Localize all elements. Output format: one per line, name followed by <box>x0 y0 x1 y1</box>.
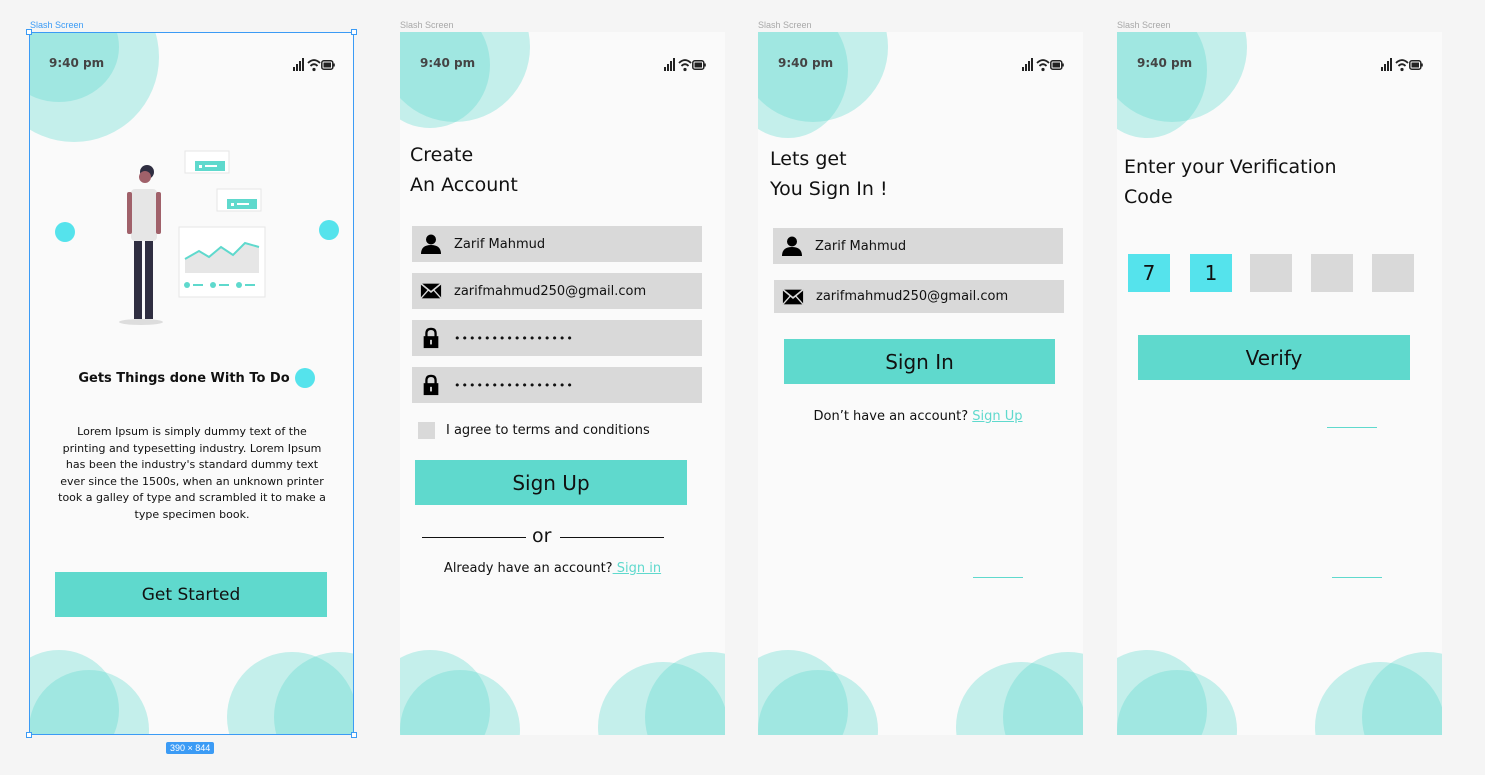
divider-or: or <box>532 525 552 547</box>
resize-handle[interactable] <box>26 732 32 738</box>
terms-checkbox[interactable] <box>418 422 435 439</box>
signin-heading-line1: Lets get <box>770 148 847 170</box>
status-icons <box>663 58 706 72</box>
name-value: Zarif Mahmud <box>454 236 546 252</box>
name-field[interactable]: Zarif Mahmud <box>412 226 702 262</box>
status-icons <box>1380 58 1423 72</box>
decor-dot <box>319 220 339 240</box>
email-value: zarifmahmud250@gmail.com <box>454 283 647 299</box>
signin-prompt-text: Already have an account? <box>443 561 613 576</box>
confirm-password-field[interactable]: •••••••••••••••• <box>412 367 702 403</box>
divider-line-right <box>560 537 664 538</box>
wifi-icon <box>678 59 692 72</box>
signin-heading-line2: You Sign In ! <box>770 178 888 200</box>
signal-icon <box>1022 58 1033 71</box>
sign-up-button[interactable]: Sign Up <box>415 460 687 505</box>
resize-handle[interactable] <box>351 29 357 35</box>
verify-button[interactable]: Verify <box>1138 335 1410 380</box>
decor-circle <box>758 32 848 138</box>
status-icons <box>1021 58 1064 72</box>
status-time: 9:40 pm <box>1137 56 1193 70</box>
onboarding-body: Lorem Ipsum is simply dummy text of the … <box>58 425 326 521</box>
divider-line-left <box>422 537 526 538</box>
battery-icon <box>321 60 335 70</box>
code-digit-1[interactable]: 7 <box>1128 254 1170 292</box>
decor-underline <box>1332 577 1382 578</box>
wifi-icon <box>1395 59 1409 72</box>
frame-label-onboarding[interactable]: Slash Screen <box>30 20 84 30</box>
frame-label-signup[interactable]: Slash Screen <box>400 20 454 30</box>
sign-in-link[interactable]: Sign in <box>613 561 661 576</box>
signup-heading-line2: An Account <box>410 174 518 196</box>
battery-icon <box>1409 60 1423 70</box>
lock-icon <box>423 374 439 396</box>
email-field[interactable]: zarifmahmud250@gmail.com <box>774 280 1064 313</box>
onboarding-screen: 9:40 pm Gets Things done With To Do Lore… <box>29 32 354 735</box>
email-field[interactable]: zarifmahmud250@gmail.com <box>412 273 702 309</box>
mail-icon <box>420 283 442 299</box>
status-time: 9:40 pm <box>420 56 476 70</box>
name-field[interactable]: Zarif Mahmud <box>773 228 1063 264</box>
signup-prompt: Don’t have an account? Sign Up <box>758 409 1078 424</box>
signup-heading-line1: Create <box>410 144 474 166</box>
decor-circle <box>1117 32 1207 138</box>
resize-handle[interactable] <box>26 29 32 35</box>
mail-icon <box>782 288 804 305</box>
code-digit-2[interactable]: 1 <box>1190 254 1232 292</box>
verify-heading-line1: Enter your Verification <box>1124 156 1337 178</box>
email-value: zarifmahmud250@gmail.com <box>816 289 1009 304</box>
status-time: 9:40 pm <box>778 56 834 70</box>
code-digit-4[interactable] <box>1311 254 1353 292</box>
get-started-button[interactable]: Get Started <box>55 572 327 617</box>
decor-underline <box>973 577 1023 578</box>
sign-in-button[interactable]: Sign In <box>784 339 1055 384</box>
code-digit-5[interactable] <box>1372 254 1414 292</box>
onboarding-illustration <box>119 150 266 325</box>
signup-prompt-text: Don’t have an account? <box>813 409 969 424</box>
signup-screen: 9:40 pm Create An Account Zarif Mahmud z… <box>400 32 725 735</box>
status-icons <box>292 58 335 72</box>
terms-label: I agree to terms and conditions <box>446 423 650 438</box>
status-time: 9:40 pm <box>49 56 105 70</box>
user-icon <box>421 234 441 254</box>
signin-screen: 9:40 pm Lets get You Sign In ! Zarif Mah… <box>758 32 1083 735</box>
user-icon <box>782 236 802 256</box>
signal-icon <box>664 58 675 71</box>
battery-icon <box>1050 60 1064 70</box>
signal-icon <box>1381 58 1392 71</box>
verify-screen: 9:40 pm Enter your Verification Code 7 1… <box>1117 32 1442 735</box>
signal-icon <box>293 58 304 71</box>
onboarding-title: Gets Things done With To Do <box>78 371 290 386</box>
battery-icon <box>692 60 706 70</box>
decor-underline <box>1327 427 1377 428</box>
code-digit-3[interactable] <box>1250 254 1292 292</box>
verify-heading-line2: Code <box>1124 186 1173 208</box>
sign-up-link[interactable]: Sign Up <box>972 409 1022 424</box>
frame-label-signin[interactable]: Slash Screen <box>758 20 812 30</box>
decor-dot <box>55 222 75 242</box>
resize-handle[interactable] <box>351 732 357 738</box>
frame-size-badge: 390 × 844 <box>166 742 215 754</box>
wifi-icon <box>307 59 321 72</box>
password-value: •••••••••••••••• <box>454 331 574 345</box>
confirm-password-value: •••••••••••••••• <box>454 378 574 392</box>
password-field[interactable]: •••••••••••••••• <box>412 320 702 356</box>
name-value: Zarif Mahmud <box>815 238 907 254</box>
frame-label-verify[interactable]: Slash Screen <box>1117 20 1171 30</box>
lock-icon <box>423 327 439 349</box>
wifi-icon <box>1036 59 1050 72</box>
signin-prompt: Already have an account? Sign in <box>400 561 705 576</box>
